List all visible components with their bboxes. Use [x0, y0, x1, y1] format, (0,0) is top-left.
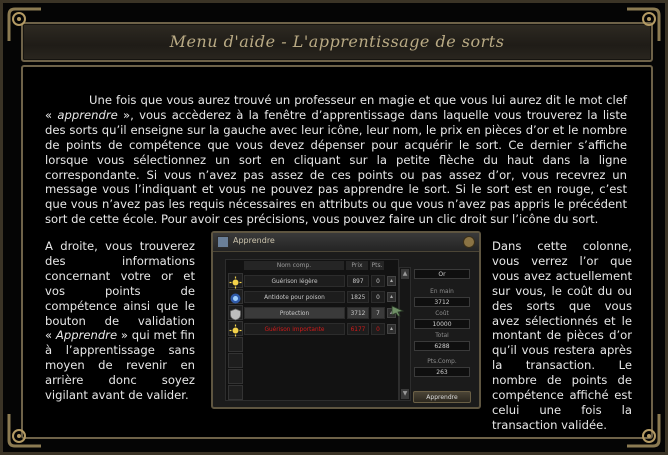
- learn-window: Apprendre Nom comp. Prix Pts. Guérison l…: [211, 231, 481, 409]
- title-bar: Menu d'aide - L'apprentissage de sorts: [21, 22, 653, 62]
- total-label: Total: [435, 333, 449, 339]
- spell-points: 0: [371, 275, 385, 287]
- select-arrow-icon[interactable]: ▴: [387, 292, 396, 302]
- empty-slot-icon: [228, 337, 243, 352]
- spell-price: 6177: [347, 323, 369, 335]
- spell-price: 897: [347, 275, 369, 287]
- sun-icon[interactable]: [228, 321, 243, 337]
- spell-points: 7: [371, 307, 385, 319]
- spell-name: Guérison importante: [244, 323, 345, 335]
- cost-value: 10000: [414, 319, 470, 329]
- spell-name: Protection: [244, 307, 345, 319]
- cost-label: Coût: [435, 311, 449, 317]
- spell-price: 1825: [347, 291, 369, 303]
- sun-icon[interactable]: [228, 273, 243, 289]
- orb-icon[interactable]: [228, 289, 243, 304]
- column-header-points: Pts.: [370, 261, 384, 270]
- empty-slot-icon: [228, 385, 243, 400]
- scroll-down-icon[interactable]: ▼: [401, 389, 409, 399]
- left-column-text: A droite, vous trouverez des information…: [45, 239, 195, 403]
- spell-list: Nom comp. Prix Pts. Guérison légère 897 0 ▴…: [225, 259, 399, 401]
- scroll-up-icon[interactable]: ▲: [401, 269, 409, 279]
- select-arrow-icon[interactable]: ▴: [387, 276, 396, 286]
- help-window: Menu d'aide - L'apprentissage de sorts U…: [0, 0, 668, 455]
- empty-slot-icon: [228, 353, 243, 368]
- column-header-name: Nom comp.: [244, 261, 344, 270]
- pointer-cursor-icon: [391, 305, 405, 317]
- scrollbar[interactable]: ▲ ▼: [399, 267, 411, 401]
- ornament-corner-icon: [5, 5, 45, 45]
- spell-name: Guérison légère: [244, 275, 345, 287]
- window-icon: [217, 236, 229, 248]
- spell-points: 0: [371, 323, 385, 335]
- intro-keyword: apprendre: [57, 107, 118, 122]
- spell-price: 3712: [347, 307, 369, 319]
- close-icon[interactable]: [463, 236, 475, 248]
- learn-button[interactable]: Apprendre: [413, 391, 471, 403]
- shield-icon[interactable]: [228, 305, 243, 321]
- gold-field: Or: [414, 269, 470, 279]
- total-value: 6288: [414, 341, 470, 351]
- ornament-corner-icon: [623, 5, 663, 45]
- learn-window-header: Apprendre: [213, 233, 479, 252]
- spell-name: Antidote pour poison: [244, 291, 345, 303]
- empty-spell-slot: [227, 384, 397, 402]
- in-hand-value: 3712: [414, 297, 470, 307]
- left-keyword: Apprendre: [55, 328, 118, 343]
- spell-points: 0: [371, 291, 385, 303]
- page-title: Menu d'aide - L'apprentissage de sorts: [169, 32, 505, 51]
- intro-paragraph: Une fois que vous aurez trouvé un profes…: [45, 93, 627, 227]
- stats-panel: Or En main 3712 Coût 10000 Total 6288 Pt…: [413, 259, 471, 405]
- empty-slot-icon: [228, 369, 243, 384]
- in-hand-label: En main: [430, 289, 454, 295]
- column-header-price: Prix: [346, 261, 368, 270]
- select-arrow-icon[interactable]: ▴: [387, 324, 396, 334]
- points-value: 263: [414, 367, 470, 377]
- right-column-text: Dans cette colonne, vous verrez l’or que…: [492, 239, 632, 432]
- points-label: Pts.Comp.: [427, 359, 457, 365]
- learn-window-title: Apprendre: [233, 236, 275, 245]
- left-text: A droite, vous trouverez des information…: [45, 239, 195, 343]
- intro-text: », vous accèderez à la fenêtre d’apprent…: [45, 107, 628, 227]
- ornament-corner-icon: [5, 410, 45, 450]
